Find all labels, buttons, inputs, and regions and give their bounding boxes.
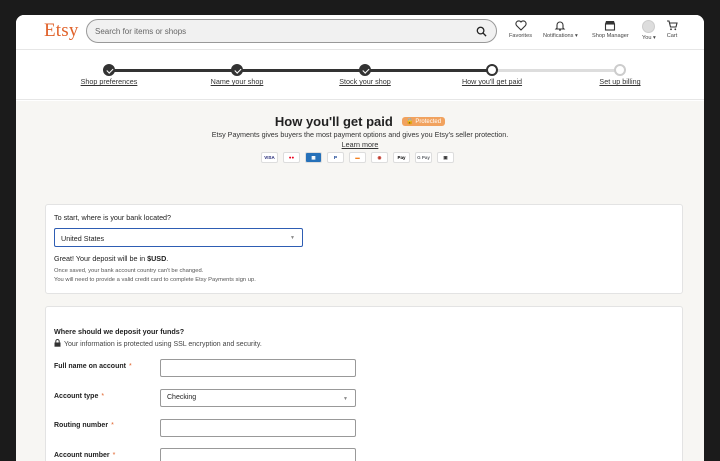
nav-favorites[interactable]: Favorites: [509, 20, 532, 39]
step-1-done-icon: [103, 64, 115, 76]
shop-icon: [605, 21, 616, 31]
step-shop-preferences[interactable]: Shop preferences: [81, 77, 138, 86]
site-header: Etsy Favorites Notifications ▾ Shop Mana…: [16, 15, 704, 50]
amex-icon: ▦: [305, 152, 322, 163]
mastercard-icon: ●●: [283, 152, 300, 163]
bank-location-question: To start, where is your bank located?: [54, 213, 172, 222]
bell-icon: [555, 21, 566, 31]
search-icon[interactable]: [476, 26, 487, 37]
step-3-done-icon: [359, 64, 371, 76]
nav-you-label: You ▾: [642, 35, 656, 41]
account-number-input[interactable]: [160, 448, 356, 461]
gift-card-icon: ▣: [437, 152, 454, 163]
page-title: How you'll get paid: [274, 114, 393, 130]
heart-icon: [514, 20, 527, 31]
step-4-current-icon: [486, 64, 498, 76]
step-how-youll-get-paid[interactable]: How you'll get paid: [462, 77, 522, 86]
account-type-select[interactable]: Checking ▼: [160, 389, 356, 407]
deposit-question: Where should we deposit your funds?: [54, 327, 185, 336]
nav-notifications-label: Notifications ▾: [543, 33, 578, 39]
etsy-logo[interactable]: Etsy: [44, 20, 79, 42]
klarna-icon: ◉: [371, 152, 388, 163]
step-stock-your-shop[interactable]: Stock your shop: [339, 77, 391, 86]
visa-icon: VISA: [261, 152, 278, 163]
nav-shop-manager-label: Shop Manager: [592, 33, 629, 39]
nav-cart[interactable]: Cart: [666, 20, 678, 39]
routing-number-input[interactable]: [160, 419, 356, 437]
protected-badge: 🔒 Protected: [402, 117, 446, 127]
deposit-currency-text: Great! Your deposit will be in $USD.: [54, 254, 169, 263]
discover-icon: ▬: [349, 152, 366, 163]
credit-card-note: You will need to provide a valid credit …: [54, 277, 256, 283]
main-content: How you'll get paid 🔒 Protected Etsy Pay…: [16, 101, 704, 461]
avatar: [642, 20, 656, 33]
nav-shop-manager[interactable]: Shop Manager: [592, 20, 629, 39]
nav-favorites-label: Favorites: [509, 33, 533, 39]
step-name-your-shop[interactable]: Name your shop: [211, 77, 264, 86]
progress-stepper: Shop preferences Name your shop Stock yo…: [16, 51, 704, 100]
account-type-label: Account type *: [54, 393, 105, 400]
step-2-done-icon: [231, 64, 243, 76]
account-type-value: Checking: [167, 394, 197, 401]
chevron-down-icon: ▼: [343, 396, 348, 402]
browser-window: Etsy Favorites Notifications ▾ Shop Mana…: [16, 15, 704, 461]
routing-number-label: Routing number *: [54, 422, 114, 429]
page-subtitle: Etsy Payments gives buyers the most paym…: [211, 130, 509, 139]
deposit-details-card: Where should we deposit your funds? Your…: [45, 306, 683, 461]
country-change-note: Once saved, your bank account country ca…: [54, 268, 204, 274]
step-set-up-billing[interactable]: Set up billing: [599, 77, 640, 86]
nav-notifications[interactable]: Notifications ▾: [543, 20, 578, 39]
lock-icon: [54, 339, 61, 347]
search-bar[interactable]: [86, 19, 497, 43]
chevron-down-icon: ▼: [290, 235, 295, 241]
cart-icon: [667, 20, 678, 31]
bank-location-card: To start, where is your bank located? Un…: [45, 204, 683, 294]
search-input[interactable]: [95, 23, 455, 39]
nav-cart-label: Cart: [666, 33, 678, 39]
account-number-label: Account number *: [54, 452, 116, 459]
step-5-todo-icon: [614, 64, 626, 76]
full-name-input[interactable]: [160, 359, 356, 377]
bank-country-value: United States: [61, 234, 105, 243]
nav-you[interactable]: You ▾: [642, 20, 656, 41]
full-name-label: Full name on account *: [54, 363, 132, 370]
security-note: Your information is protected using SSL …: [54, 339, 262, 348]
bank-country-select[interactable]: United States ▼: [54, 228, 303, 247]
paypal-icon: P: [327, 152, 344, 163]
stepper-track-complete: [109, 69, 492, 72]
page-title-row: How you'll get paid 🔒 Protected: [16, 113, 704, 131]
google-pay-icon: G Pay: [415, 152, 432, 163]
apple-pay-icon: Pay: [393, 152, 410, 163]
learn-more-link[interactable]: Learn more: [16, 140, 704, 149]
